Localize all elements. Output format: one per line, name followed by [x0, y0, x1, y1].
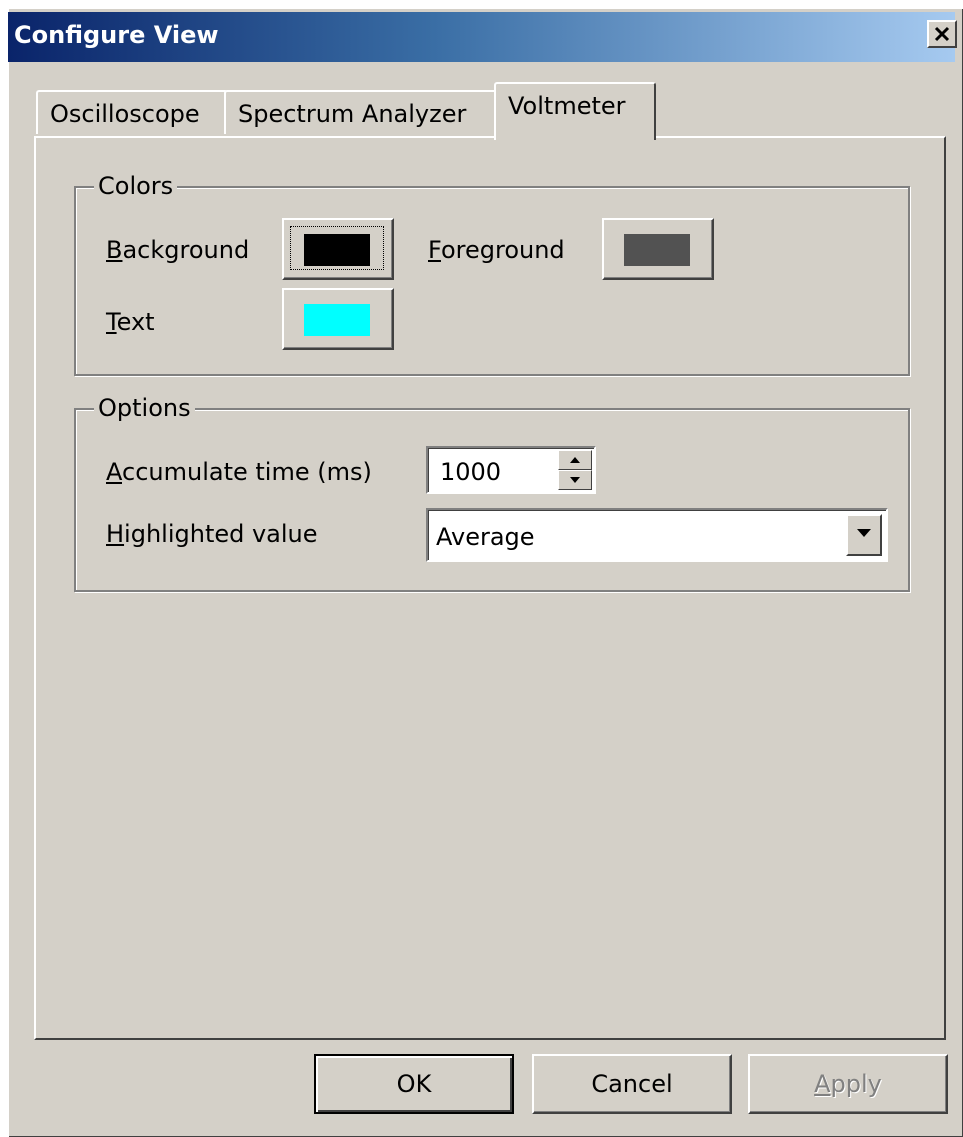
background-color-swatch — [304, 234, 370, 266]
highlighted-value-dropdown[interactable]: Average — [426, 508, 888, 562]
background-color-button[interactable] — [282, 218, 394, 280]
text-color-button[interactable] — [282, 288, 394, 350]
cancel-button[interactable]: Cancel — [532, 1054, 732, 1114]
title-bar[interactable]: Configure View — [8, 12, 957, 62]
tab-oscilloscope[interactable]: Oscilloscope — [36, 90, 228, 134]
foreground-color-button[interactable] — [602, 218, 714, 280]
highlighted-value-selected: Average — [436, 523, 535, 551]
options-groupbox: Options — [74, 393, 910, 592]
chevron-down-icon — [857, 529, 871, 537]
window-title: Configure View — [14, 21, 219, 49]
arrow-down-icon — [570, 477, 580, 483]
foreground-color-swatch — [624, 234, 690, 266]
spin-up-button[interactable] — [558, 450, 592, 470]
accumulate-time-label: Accumulate time (ms) — [106, 458, 372, 486]
text-color-swatch — [304, 304, 370, 336]
foreground-label: Foreground — [428, 236, 565, 264]
tab-label: Spectrum Analyzer — [238, 100, 467, 128]
arrow-up-icon — [570, 457, 580, 463]
close-icon — [934, 26, 950, 42]
ok-button[interactable]: OK — [314, 1054, 514, 1114]
tab-label: Voltmeter — [508, 92, 626, 120]
colors-legend: Colors — [94, 171, 178, 201]
background-label: Background — [106, 236, 250, 264]
accumulate-time-input[interactable] — [440, 458, 550, 486]
tab-voltmeter[interactable]: Voltmeter — [494, 82, 656, 140]
tab-label: Oscilloscope — [50, 100, 200, 128]
close-button[interactable] — [927, 20, 957, 48]
highlighted-value-label: Highlighted value — [106, 520, 318, 548]
colors-groupbox: Colors — [74, 171, 910, 376]
apply-button[interactable]: Apply — [748, 1054, 948, 1114]
spin-down-button[interactable] — [558, 470, 592, 490]
options-legend: Options — [94, 393, 195, 423]
text-color-label: Text — [106, 308, 155, 336]
dropdown-button[interactable] — [846, 514, 882, 556]
tab-spectrum-analyzer[interactable]: Spectrum Analyzer — [224, 90, 498, 134]
accumulate-time-spinbox[interactable] — [426, 446, 596, 494]
